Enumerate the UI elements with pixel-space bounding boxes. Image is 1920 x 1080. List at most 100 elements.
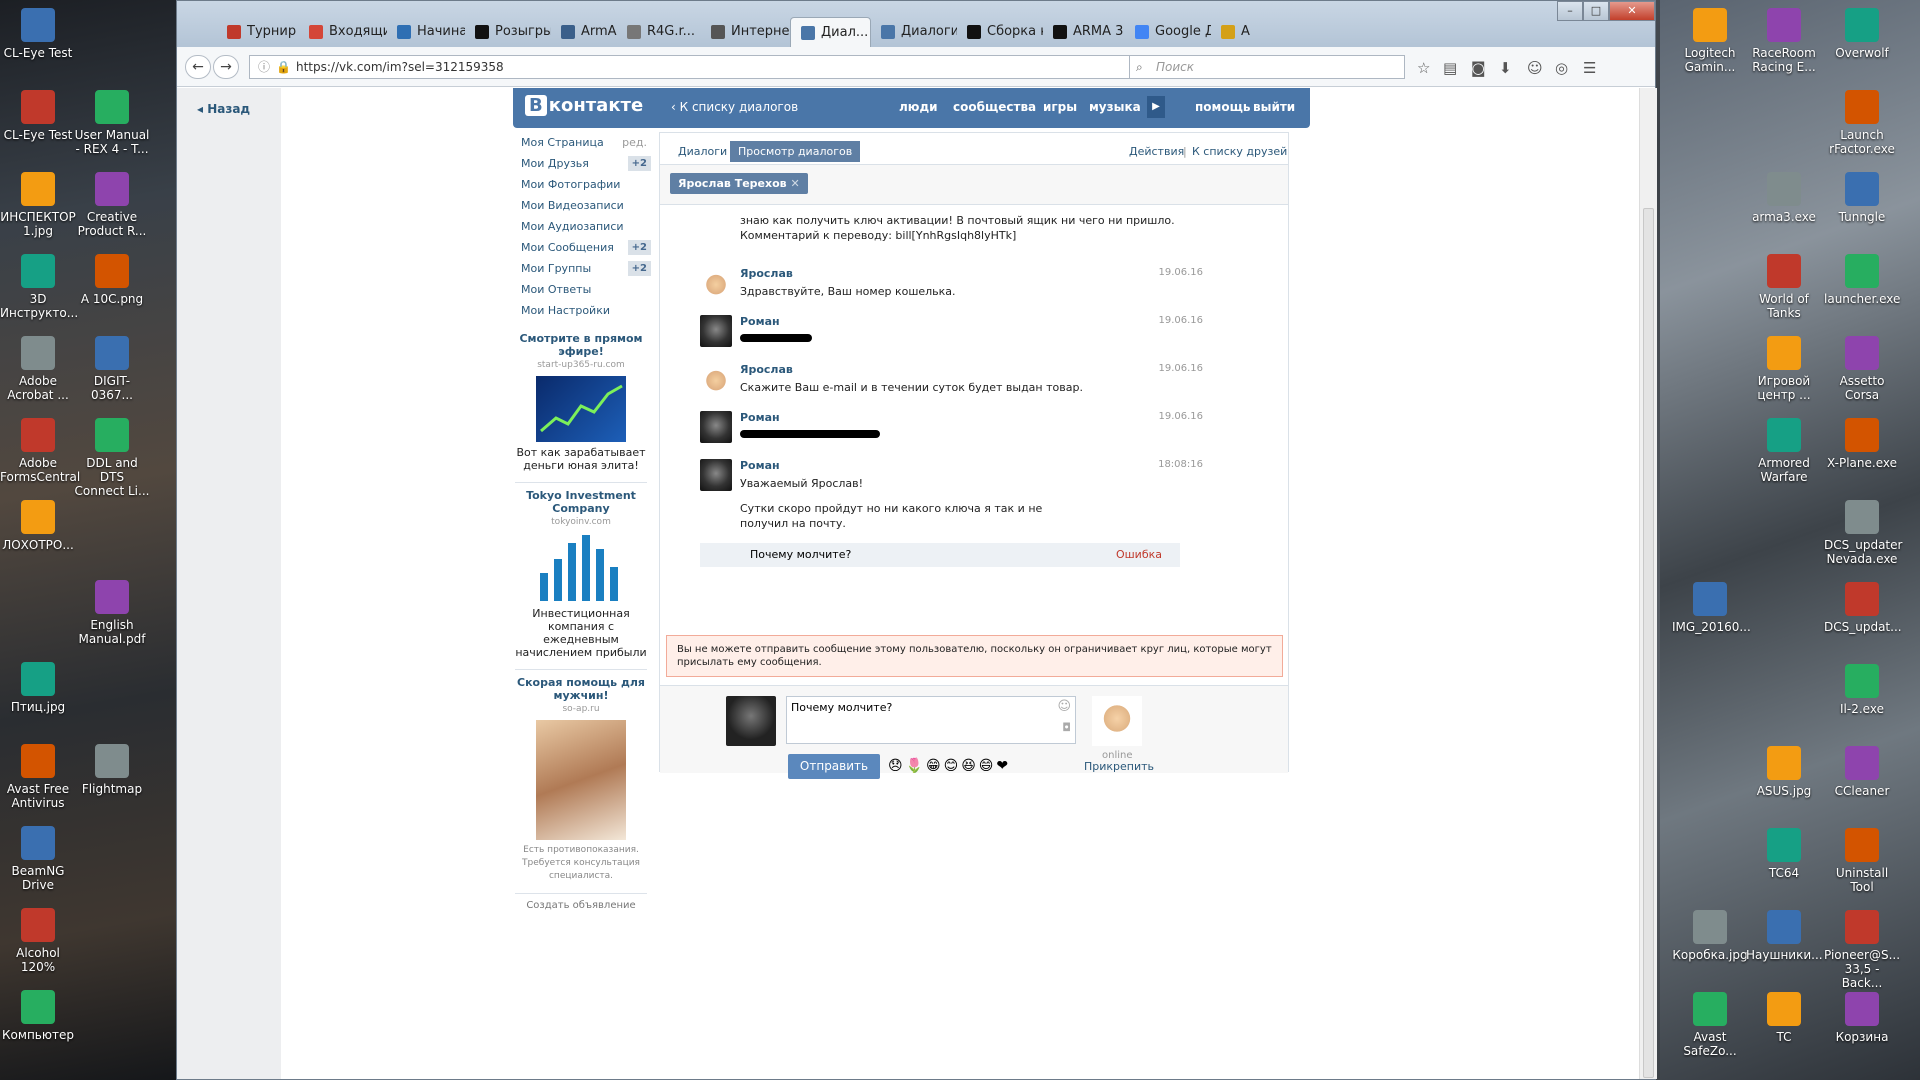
desktop-icon[interactable]: CL-Eye Test [0, 90, 76, 142]
bookmark-star-icon[interactable]: ☆ [1417, 59, 1430, 77]
desktop-icon[interactable]: 3D Инструкто... [0, 254, 78, 320]
back-to-dialogs-link[interactable]: ‹ К списку диалогов [671, 100, 798, 114]
desktop-icon[interactable]: Игровой центр ... [1746, 336, 1822, 402]
desktop-icon[interactable]: Armored Warfare [1746, 418, 1822, 484]
friends-list-link[interactable]: К списку друзей [1192, 145, 1287, 158]
desktop-icon[interactable]: DCS_updat... [1824, 582, 1902, 634]
tab-view-dialogs[interactable]: Просмотр диалогов [730, 141, 861, 162]
vk-nav-item[interactable]: люди [899, 100, 938, 114]
ad-photo[interactable] [536, 720, 626, 840]
desktop-icon[interactable]: Logitech Gamin... [1672, 8, 1748, 74]
ad-1[interactable]: Смотрите в прямом эфире! start-up365-ru.… [515, 332, 647, 472]
message-author[interactable]: Роман [740, 315, 1215, 328]
avatar[interactable] [700, 411, 732, 443]
ad-title[interactable]: Tokyo Investment Company [515, 489, 647, 515]
browser-tab[interactable]: Розыгры... [465, 17, 551, 47]
message-author[interactable]: Ярослав [740, 363, 1215, 376]
left-menu-item[interactable]: Мои Группы +2 [521, 258, 651, 279]
browser-tab[interactable]: Google Д... [1125, 17, 1211, 47]
avatar[interactable] [700, 267, 732, 299]
desktop-icon[interactable]: Launch rFactor.exe [1824, 90, 1900, 156]
smile-icon[interactable]: ☺ [1057, 699, 1071, 714]
message-author[interactable]: Роман [740, 411, 1215, 424]
desktop-icon[interactable]: World of Tanks [1746, 254, 1822, 320]
my-avatar[interactable] [726, 696, 776, 746]
create-ad-link[interactable]: Создать объявление [515, 900, 647, 911]
vk-nav-item[interactable]: выйти [1253, 100, 1295, 114]
left-menu-item[interactable]: Мои Ответы [521, 279, 651, 300]
ad-title[interactable]: Скорая помощь для мужчин! [515, 676, 647, 702]
attach-link[interactable]: Прикрепить [1084, 760, 1154, 773]
error-link[interactable]: Ошибка [1116, 543, 1162, 567]
camera-icon[interactable]: ◘ [1062, 721, 1071, 734]
message-author[interactable]: Ярослав [740, 267, 1215, 280]
search-input[interactable]: ⌕ Поиск [1129, 55, 1405, 79]
desktop-icon[interactable]: DDL and DTS Connect Li... [74, 418, 150, 498]
vk-nav-item[interactable]: помощь [1195, 100, 1250, 114]
desktop-icon[interactable]: Корзина [1824, 992, 1900, 1044]
desktop-icon[interactable]: Overwolf [1824, 8, 1900, 60]
desktop-icon[interactable]: Uninstall Tool [1824, 828, 1900, 894]
browser-tab[interactable]: Диалоги [871, 17, 957, 47]
left-menu-item[interactable]: Мои Видеозаписи [521, 195, 651, 216]
ad-title[interactable]: Смотрите в прямом эфире! [515, 332, 647, 358]
left-menu-item[interactable]: Мои Аудиозаписи [521, 216, 651, 237]
forward-button[interactable]: → [213, 55, 239, 79]
emoji-shortcuts[interactable]: 😞🌷😁😊😆😄❤ [888, 758, 1011, 774]
send-button[interactable]: Отправить [788, 754, 880, 779]
desktop-icon[interactable]: launcher.exe [1824, 254, 1900, 306]
left-menu-item[interactable]: Мои Фотографии [521, 174, 651, 195]
desktop-icon[interactable]: TC64 [1746, 828, 1822, 880]
desktop-icon[interactable]: Наушники... [1746, 910, 1823, 962]
desktop-icon[interactable]: Il-2.exe [1824, 664, 1900, 716]
close-window-button[interactable]: ✕ [1609, 1, 1655, 21]
desktop-icon[interactable]: ASUS.jpg [1746, 746, 1822, 798]
desktop-icon[interactable]: Assetto Corsa [1824, 336, 1900, 402]
browser-tab[interactable]: Турнир -... [217, 17, 299, 47]
desktop-icon[interactable]: DIGIT-0367... [74, 336, 150, 402]
browser-tab[interactable]: ArmA 3 [551, 17, 617, 47]
back-button[interactable]: ← [185, 55, 211, 79]
maximize-button[interactable]: □ [1583, 1, 1609, 21]
desktop-icon[interactable]: CL-Eye Test [0, 8, 76, 60]
desktop-icon[interactable]: Pioneer@S... 33,5 - Back... [1824, 910, 1900, 990]
desktop-icon[interactable]: X-Plane.exe [1824, 418, 1900, 470]
ad-bars-image[interactable] [536, 533, 626, 603]
browser-tab[interactable]: Начина... [387, 17, 465, 47]
avatar[interactable] [700, 363, 732, 395]
desktop-icon[interactable]: Adobe FormsCentral [0, 418, 80, 484]
browser-tab[interactable]: Интерне... [701, 17, 790, 47]
pocket-icon[interactable]: ◙ [1471, 59, 1486, 77]
left-menu-item[interactable]: Моя Страница ред. [521, 132, 651, 153]
desktop-icon[interactable]: RaceRoom Racing E... [1746, 8, 1822, 74]
page-scrollbar[interactable] [1639, 88, 1657, 1079]
vk-logo[interactable]: Вконтакте [525, 95, 643, 116]
desktop-icon[interactable]: Птиц.jpg [0, 662, 76, 714]
back-link[interactable]: ◂ Назад [197, 102, 250, 116]
desktop-icon[interactable]: Коробка.jpg [1672, 910, 1748, 962]
peer-avatar[interactable] [1092, 696, 1142, 746]
vk-nav-item[interactable]: музыка [1089, 100, 1141, 114]
vk-nav-item[interactable]: сообщества [953, 100, 1036, 114]
sync-icon[interactable]: ◎ [1555, 59, 1568, 77]
left-menu-item[interactable]: Мои Сообщения +2 [521, 237, 651, 258]
desktop-icon[interactable]: arma3.exe [1746, 172, 1822, 224]
scrollbar-thumb[interactable] [1643, 208, 1654, 1078]
download-icon[interactable]: ⬇ [1499, 59, 1512, 77]
desktop-icon[interactable]: Компьютер [0, 990, 76, 1042]
desktop-icon[interactable]: CCleaner [1824, 746, 1900, 798]
desktop-icon[interactable]: DCS_updater Nevada.exe [1824, 500, 1902, 566]
close-icon[interactable]: ✕ [790, 177, 799, 190]
message-input[interactable]: Почему молчите? ☺ ◘ [786, 696, 1076, 744]
desktop-icon[interactable]: Alcohol 120% [0, 908, 76, 974]
desktop-icon[interactable]: Adobe Acrobat ... [0, 336, 76, 402]
left-menu-item[interactable]: Мои Настройки [521, 300, 651, 321]
left-menu-item[interactable]: Мои Друзья +2 [521, 153, 651, 174]
edit-link[interactable]: ред. [622, 132, 647, 153]
message-author[interactable]: Роман [740, 459, 1215, 472]
play-icon[interactable]: ▶ [1147, 96, 1165, 118]
url-bar[interactable]: ⓘ 🔒 https://vk.com/im?sel=312159358 ↻ [249, 55, 1185, 79]
browser-tab[interactable]: Входящи... [299, 17, 387, 47]
peer-chip[interactable]: Ярослав Терехов ✕ [670, 173, 808, 194]
desktop-icon[interactable]: TC [1746, 992, 1822, 1044]
